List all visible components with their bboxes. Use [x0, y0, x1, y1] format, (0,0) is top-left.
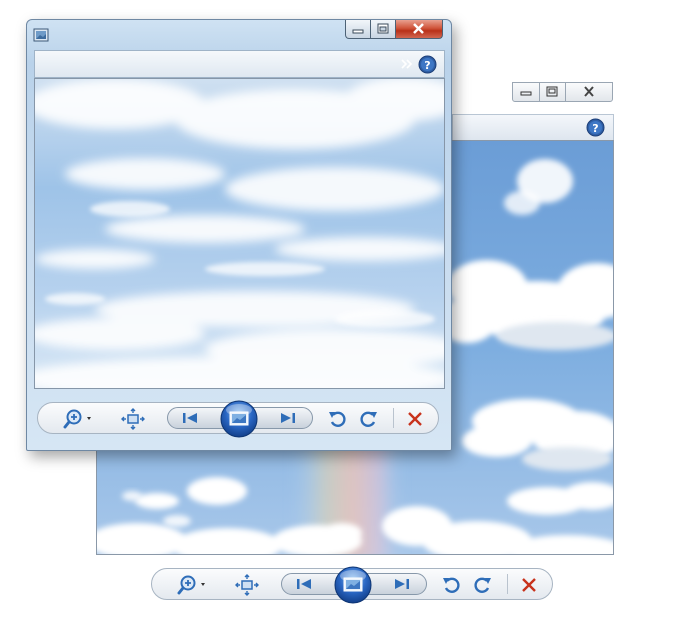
back-command-bar: ?	[452, 114, 614, 142]
front-toolbar-container	[37, 400, 441, 438]
zoom-button[interactable]	[177, 574, 211, 596]
next-button[interactable]	[389, 576, 415, 592]
front-playback-toolbar	[37, 400, 441, 438]
toolbar-separator	[507, 574, 508, 594]
fit-window-icon	[121, 408, 145, 430]
delete-button[interactable]	[519, 575, 539, 595]
fit-window-icon	[235, 574, 259, 596]
back-close-button[interactable]	[565, 82, 613, 102]
zoom-button[interactable]	[63, 408, 97, 430]
front-window-caption-buttons	[345, 20, 445, 40]
rotate-clockwise-button[interactable]	[359, 409, 379, 429]
next-icon	[395, 579, 409, 589]
zoom-in-icon	[63, 409, 91, 429]
slideshow-button[interactable]	[219, 400, 259, 438]
back-toolbar-container	[151, 566, 555, 604]
delete-icon	[522, 578, 536, 592]
rotate-right-icon	[360, 411, 377, 427]
slideshow-icon	[334, 566, 372, 604]
toolbar-separator	[393, 408, 394, 428]
rotate-counterclockwise-button[interactable]	[327, 409, 347, 429]
maximize-icon	[377, 23, 389, 34]
back-maximize-button[interactable]	[539, 82, 566, 102]
rotate-clockwise-button[interactable]	[473, 575, 493, 595]
svg-text:?: ?	[592, 122, 598, 135]
rotate-left-icon	[329, 411, 346, 427]
chevron-double-right-icon[interactable]	[400, 57, 414, 71]
maximize-icon	[546, 86, 558, 97]
back-window-caption-buttons	[512, 82, 614, 104]
help-icon[interactable]: ?	[586, 118, 605, 137]
minimize-icon	[352, 29, 364, 34]
sky-clouds-image	[35, 79, 444, 388]
zoom-in-icon	[177, 575, 205, 595]
previous-button[interactable]	[177, 410, 203, 426]
photo-viewer-icon	[33, 28, 49, 42]
slideshow-button[interactable]	[333, 566, 373, 604]
delete-icon	[408, 412, 422, 426]
actual-size-button[interactable]	[121, 408, 145, 430]
rotate-counterclockwise-button[interactable]	[441, 575, 461, 595]
help-icon[interactable]: ?	[418, 55, 437, 74]
front-photo-display	[34, 78, 445, 389]
back-playback-toolbar	[151, 566, 555, 604]
close-icon	[584, 86, 594, 97]
back-minimize-button[interactable]	[512, 82, 540, 102]
rotate-right-icon	[474, 577, 491, 593]
minimize-icon	[520, 91, 532, 96]
front-maximize-button[interactable]	[371, 20, 396, 39]
front-close-button[interactable]	[396, 20, 443, 39]
close-icon	[413, 23, 424, 34]
next-icon	[281, 413, 295, 423]
delete-button[interactable]	[405, 409, 425, 429]
previous-icon	[297, 579, 311, 589]
slideshow-icon	[220, 400, 258, 438]
previous-button[interactable]	[291, 576, 317, 592]
previous-icon	[183, 413, 197, 423]
next-button[interactable]	[275, 410, 301, 426]
svg-text:?: ?	[424, 59, 430, 72]
actual-size-button[interactable]	[235, 574, 259, 596]
front-command-bar: ?	[34, 50, 445, 78]
rotate-left-icon	[443, 577, 460, 593]
front-photo-viewer-window[interactable]: ?	[26, 19, 452, 451]
front-minimize-button[interactable]	[345, 20, 371, 39]
